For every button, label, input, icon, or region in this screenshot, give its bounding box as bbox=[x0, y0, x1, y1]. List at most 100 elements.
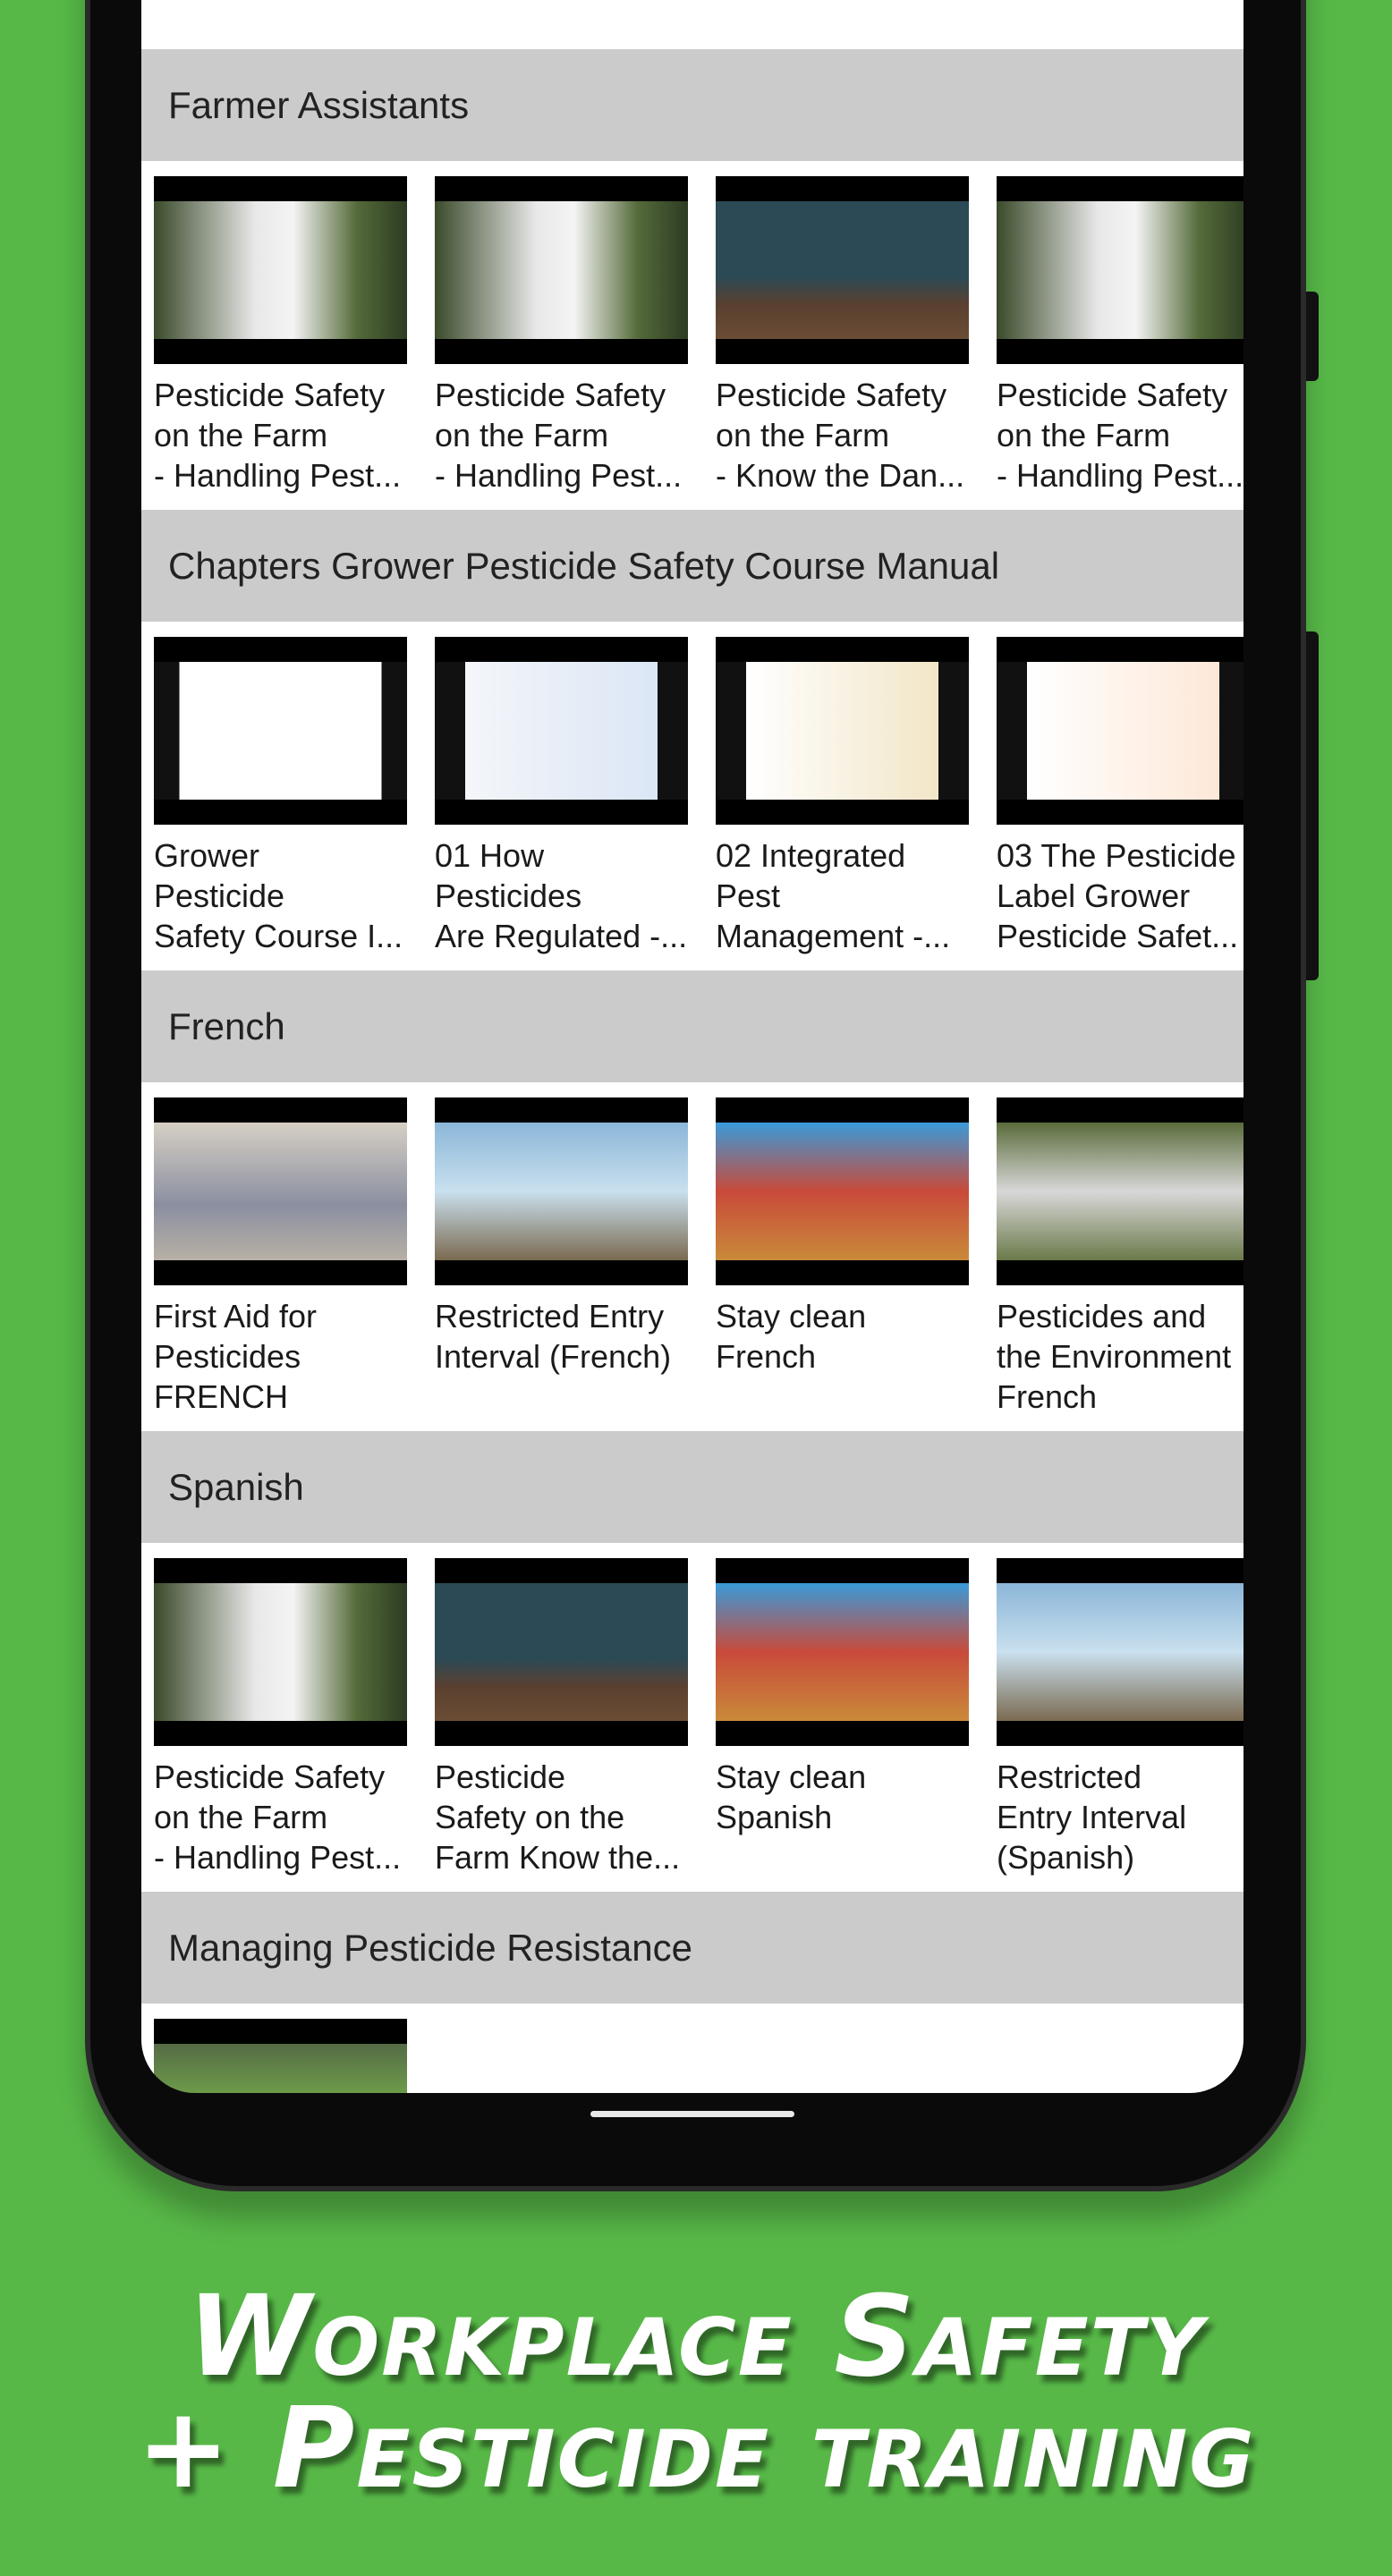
video-title-line: (Spanish) bbox=[997, 1839, 1135, 1876]
video-card[interactable]: Pesticide Safety on the Farm - Know the Da… bbox=[716, 176, 969, 496]
video-card[interactable]: First Aid for Pesticides FRENCH bbox=[154, 1097, 407, 1417]
video-thumbnail[interactable] bbox=[154, 637, 407, 825]
video-title[interactable]: Pesticide Safety on the Farm - Handling Pe… bbox=[997, 375, 1243, 496]
video-title-line: Pesticide Safety bbox=[997, 377, 1228, 413]
video-title-line: Pesticides and bbox=[997, 1298, 1207, 1335]
video-title-line: 03 The Pesticide bbox=[997, 837, 1236, 874]
video-card[interactable]: Pesticide Safety on the Farm - Handling Pe… bbox=[435, 176, 688, 496]
video-thumbnail[interactable] bbox=[435, 176, 688, 364]
video-thumbnail[interactable] bbox=[997, 1558, 1243, 1746]
video-title-line: Stay clean bbox=[716, 1758, 867, 1795]
video-thumbnail[interactable] bbox=[154, 1558, 407, 1746]
video-thumbnail[interactable] bbox=[716, 1558, 969, 1746]
video-title[interactable]: Pesticide Safety on the Farm - Handling Pe… bbox=[154, 375, 422, 496]
thumbnail-image bbox=[154, 1123, 407, 1260]
video-card[interactable]: 02 Integrated Pest Management -... bbox=[716, 637, 969, 956]
video-title-line: 01 How bbox=[435, 837, 545, 874]
thumbnail-image bbox=[997, 201, 1243, 339]
video-card[interactable]: Pesticide Safety on the Farm - Handling Pe… bbox=[997, 176, 1243, 496]
video-title-line: Pest bbox=[716, 877, 781, 914]
video-card[interactable]: Pesticide Safety on the Farm Know the... bbox=[435, 1558, 688, 1877]
video-row[interactable]: First Aid for Pesticides FRENCH Restricted … bbox=[141, 1082, 1243, 1431]
video-title[interactable]: Pesticide Safety on the Farm Know the... bbox=[435, 1757, 703, 1877]
section-header[interactable]: French bbox=[141, 970, 1243, 1082]
video-row[interactable] bbox=[141, 2004, 1243, 2093]
video-card[interactable]: Restricted Entry Interval (Spanish) bbox=[997, 1558, 1243, 1877]
video-title-line: - Handling Pest... bbox=[154, 1839, 402, 1876]
video-title-line: on the Farm bbox=[997, 417, 1171, 453]
video-title[interactable]: Pesticide Safety on the Farm - Handling Pe… bbox=[435, 375, 703, 496]
video-title-line: Safety Course I... bbox=[154, 918, 403, 954]
volume-button bbox=[1306, 631, 1319, 980]
video-title-line: Stay clean bbox=[716, 1298, 867, 1335]
video-row[interactable]: Pesticide Safety on the Farm - Handling Pe… bbox=[141, 161, 1243, 510]
section-spanish: Spanish Pesticide Safety on the Farm - Hand… bbox=[141, 1431, 1243, 1892]
power-button bbox=[1306, 292, 1319, 381]
video-title-line: Safety on the bbox=[435, 1799, 625, 1835]
thumbnail-image bbox=[997, 662, 1243, 800]
video-title-line: Pesticide bbox=[154, 877, 285, 914]
video-card[interactable]: 01 How Pesticides Are Regulated -... bbox=[435, 637, 688, 956]
video-thumbnail[interactable] bbox=[997, 1097, 1243, 1285]
thumbnail-image bbox=[435, 1583, 688, 1721]
home-indicator[interactable] bbox=[590, 2111, 794, 2117]
video-thumbnail[interactable] bbox=[997, 637, 1243, 825]
video-title-line: on the Farm bbox=[154, 1799, 328, 1835]
video-card[interactable]: Pesticide Safety on the Farm - Handling Pe… bbox=[154, 1558, 407, 1877]
video-thumbnail[interactable] bbox=[154, 2019, 407, 2093]
video-row[interactable]: Pesticide Safety on the Farm - Handling Pe… bbox=[141, 1543, 1243, 1892]
video-title-line: Pesticide Safety bbox=[435, 377, 666, 413]
video-title-line: Management -... bbox=[716, 918, 951, 954]
thumbnail-image bbox=[716, 201, 969, 339]
video-card[interactable]: Restricted Entry Interval (French) bbox=[435, 1097, 688, 1377]
video-title-line: Pesticides bbox=[154, 1338, 301, 1375]
video-title[interactable]: 02 Integrated Pest Management -... bbox=[716, 835, 984, 956]
video-title-line: Spanish bbox=[716, 1799, 833, 1835]
video-title-line: Pesticides bbox=[435, 877, 582, 914]
video-title[interactable]: Stay clean French bbox=[716, 1296, 984, 1377]
video-title-line: on the Farm bbox=[154, 417, 328, 453]
video-title-line: Farm Know the... bbox=[435, 1839, 681, 1876]
video-thumbnail[interactable] bbox=[716, 176, 969, 364]
video-title[interactable]: Grower Pesticide Safety Course I... bbox=[154, 835, 422, 956]
section-header[interactable]: Chapters Grower Pesticide Safety Course … bbox=[141, 510, 1243, 622]
video-title-line: First Aid for bbox=[154, 1298, 318, 1335]
section-header[interactable]: Managing Pesticide Resistance bbox=[141, 1892, 1243, 2004]
video-title-line: the Environment bbox=[997, 1338, 1232, 1375]
video-title[interactable]: Pesticide Safety on the Farm - Know the Da… bbox=[716, 375, 984, 496]
promo-line-2: + Pesticide training bbox=[136, 2384, 1256, 2513]
video-thumbnail[interactable] bbox=[716, 637, 969, 825]
section-header[interactable]: Spanish bbox=[141, 1431, 1243, 1543]
video-card[interactable]: Pesticides and the Environment French bbox=[997, 1097, 1243, 1417]
video-title[interactable]: 03 The Pesticide Label Grower Pesticide Sa… bbox=[997, 835, 1243, 956]
video-title[interactable]: First Aid for Pesticides FRENCH bbox=[154, 1296, 422, 1417]
video-thumbnail[interactable] bbox=[154, 176, 407, 364]
video-title[interactable]: Restricted Entry Interval (French) bbox=[435, 1296, 703, 1377]
video-title[interactable]: Stay clean Spanish bbox=[716, 1757, 984, 1837]
video-thumbnail[interactable] bbox=[435, 1097, 688, 1285]
video-title[interactable]: 01 How Pesticides Are Regulated -... bbox=[435, 835, 703, 956]
video-card[interactable] bbox=[154, 2019, 407, 2093]
video-title-line: Restricted Entry bbox=[435, 1298, 665, 1335]
video-card[interactable]: Stay clean French bbox=[716, 1097, 969, 1377]
video-title-line: Are Regulated -... bbox=[435, 918, 688, 954]
video-thumbnail[interactable] bbox=[435, 637, 688, 825]
thumbnail-image bbox=[154, 2044, 407, 2093]
video-thumbnail[interactable] bbox=[997, 176, 1243, 364]
video-card[interactable]: 03 The Pesticide Label Grower Pesticide Sa… bbox=[997, 637, 1243, 956]
video-card[interactable]: Stay clean Spanish bbox=[716, 1558, 969, 1837]
video-thumbnail[interactable] bbox=[435, 1558, 688, 1746]
video-thumbnail[interactable] bbox=[716, 1097, 969, 1285]
video-title[interactable]: Restricted Entry Interval (Spanish) bbox=[997, 1757, 1243, 1877]
section-header[interactable]: Farmer Assistants bbox=[141, 49, 1243, 161]
video-thumbnail[interactable] bbox=[154, 1097, 407, 1285]
video-title[interactable]: Pesticides and the Environment French bbox=[997, 1296, 1243, 1417]
video-title-line: on the Farm bbox=[435, 417, 609, 453]
thumbnail-image bbox=[716, 1583, 969, 1721]
video-card[interactable]: Pesticide Safety on the Farm - Handling Pe… bbox=[154, 176, 407, 496]
video-title[interactable]: Pesticide Safety on the Farm - Handling Pe… bbox=[154, 1757, 422, 1877]
thumbnail-image bbox=[154, 201, 407, 339]
video-title-line: - Know the Dan... bbox=[716, 457, 965, 494]
video-card[interactable]: Grower Pesticide Safety Course I... bbox=[154, 637, 407, 956]
video-row[interactable]: Grower Pesticide Safety Course I... 01 How P… bbox=[141, 622, 1243, 970]
